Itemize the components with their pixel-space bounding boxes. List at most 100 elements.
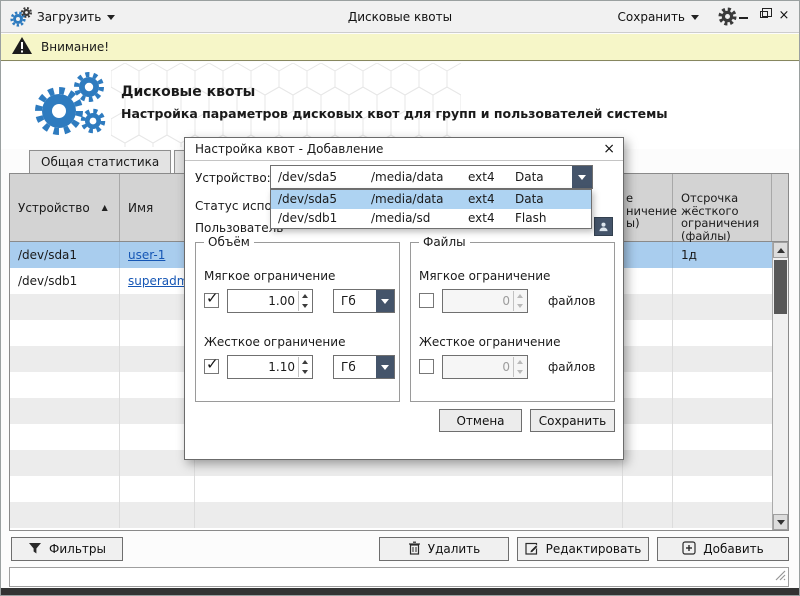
spinner-arrows[interactable] bbox=[298, 291, 311, 311]
volume-hard-unit-dropdown[interactable]: Гб bbox=[333, 355, 395, 379]
combo-device: /dev/sda5 bbox=[278, 166, 337, 188]
files-soft-suffix: файлов bbox=[548, 289, 596, 313]
column-header-grace-period[interactable]: Отсрочка жёсткого ограничения (файлы) bbox=[673, 174, 772, 241]
tab-general-statistics[interactable]: Общая статистика bbox=[29, 150, 171, 173]
dropdown-option-sda5[interactable]: /dev/sda5 /media/data ext4 Data bbox=[271, 190, 591, 209]
add-button[interactable]: Добавить bbox=[657, 537, 789, 561]
minimize-button[interactable] bbox=[737, 6, 751, 24]
settings-gear-icon[interactable] bbox=[718, 7, 737, 29]
dialog-title: Настройка квот - Добавление bbox=[195, 142, 383, 156]
volume-soft-limit-spinbox[interactable]: 1.00 bbox=[227, 289, 313, 313]
volume-soft-limit-checkbox[interactable]: ✓ bbox=[204, 293, 219, 308]
dialog-titlebar[interactable]: Настройка квот - Добавление × bbox=[185, 138, 623, 161]
vertical-scrollbar[interactable] bbox=[772, 242, 788, 530]
arrow-up-icon bbox=[517, 294, 523, 298]
chevron-down-icon bbox=[376, 356, 394, 378]
arrow-down-icon bbox=[517, 370, 523, 374]
page-subtitle: Настройка параметров дисковых квот для г… bbox=[121, 106, 668, 121]
combo-mount: /media/data bbox=[371, 166, 444, 188]
spinner-arrows[interactable] bbox=[298, 357, 311, 377]
scroll-up-button[interactable] bbox=[773, 242, 788, 258]
combo-fs: ext4 bbox=[468, 166, 495, 188]
user-icon bbox=[598, 221, 609, 232]
arrow-up-icon bbox=[777, 248, 785, 253]
delete-button[interactable]: Удалить bbox=[379, 537, 509, 561]
save-menu-button[interactable]: Сохранить bbox=[618, 6, 700, 28]
gears-icon bbox=[27, 67, 111, 146]
warning-triangle-icon bbox=[11, 36, 33, 58]
warning-text: Внимание! bbox=[41, 40, 109, 54]
files-hard-limit-spinbox[interactable]: 0 bbox=[442, 355, 528, 379]
delete-button-label: Удалить bbox=[428, 542, 481, 556]
volume-hard-limit-checkbox[interactable]: ✓ bbox=[204, 359, 219, 374]
page-title: Дисковые квоты bbox=[121, 84, 255, 100]
arrow-down-icon bbox=[302, 370, 308, 374]
user-link[interactable]: user-1 bbox=[128, 248, 165, 262]
cancel-button[interactable]: Отмена bbox=[439, 409, 522, 432]
combobox-dropdown-button[interactable] bbox=[572, 166, 592, 188]
maximize-button[interactable] bbox=[757, 6, 771, 24]
maximize-icon bbox=[760, 11, 768, 18]
dropdown-option-sdb1[interactable]: /dev/sdb1 /media/sd ext4 Flash bbox=[271, 209, 591, 228]
column-header-name-label: Имя bbox=[128, 201, 153, 215]
spinner-arrows[interactable] bbox=[513, 291, 526, 311]
check-icon: ✓ bbox=[206, 289, 219, 307]
scroll-down-button[interactable] bbox=[773, 514, 788, 530]
app-gears-icon bbox=[9, 6, 33, 31]
volume-legend: Объём bbox=[204, 235, 254, 249]
cell-grace bbox=[673, 268, 772, 294]
device-dropdown-list: /dev/sda5 /media/data ext4 Data /dev/sdb… bbox=[270, 189, 592, 229]
minimize-icon bbox=[739, 17, 748, 19]
user-picker-button[interactable] bbox=[594, 217, 613, 236]
load-menu-button[interactable]: Загрузить bbox=[37, 6, 115, 28]
arrow-up-icon bbox=[302, 294, 308, 298]
volume-soft-limit-label: Мягкое ограничение bbox=[204, 269, 335, 283]
titlebar: Загрузить Дисковые квоты Сохранить × bbox=[1, 1, 799, 33]
volume-hard-limit-label: Жесткое ограничение bbox=[204, 335, 345, 349]
table-row-empty bbox=[10, 502, 772, 528]
files-soft-limit-spinbox[interactable]: 0 bbox=[442, 289, 528, 313]
files-groupbox: Файлы Мягкое ограничение 0 файлов Жестко… bbox=[410, 242, 615, 402]
save-button[interactable]: Сохранить bbox=[530, 409, 615, 432]
spinner-arrows[interactable] bbox=[513, 357, 526, 377]
header-fragment-line: е bbox=[626, 192, 672, 205]
load-menu-label: Загрузить bbox=[37, 10, 101, 24]
chevron-down-icon bbox=[691, 15, 699, 20]
chevron-down-icon bbox=[376, 290, 394, 312]
filters-button-label: Фильтры bbox=[49, 542, 106, 556]
save-menu-label: Сохранить bbox=[618, 10, 686, 24]
volume-hard-limit-spinbox[interactable]: 1.10 bbox=[227, 355, 313, 379]
warning-banner: Внимание! bbox=[1, 34, 799, 61]
column-header-filler bbox=[772, 174, 788, 241]
device-combobox[interactable]: /dev/sda5 /media/data ext4 Data bbox=[270, 165, 593, 189]
chevron-down-icon bbox=[578, 175, 586, 180]
column-header-hard-limit-files-partial[interactable]: е ничение ы) bbox=[623, 174, 673, 241]
app-window: Загрузить Дисковые квоты Сохранить × bbox=[0, 0, 800, 596]
column-header-device-label: Устройство bbox=[18, 201, 90, 215]
files-hard-limit-label: Жесткое ограничение bbox=[419, 335, 560, 349]
plus-icon bbox=[682, 541, 696, 558]
volume-soft-unit-dropdown[interactable]: Гб bbox=[333, 289, 395, 313]
usage-status-label: Статус испол bbox=[195, 199, 279, 213]
arrow-down-icon bbox=[302, 304, 308, 308]
cell-hard-limit-files bbox=[623, 242, 673, 268]
close-button[interactable]: × bbox=[777, 6, 791, 24]
scrollbar-thumb[interactable] bbox=[774, 260, 787, 314]
user-link[interactable]: superadm bbox=[128, 274, 188, 288]
edit-button-label: Редактировать bbox=[546, 542, 642, 556]
add-button-label: Добавить bbox=[703, 542, 763, 556]
volume-groupbox: Объём Мягкое ограничение ✓ 1.00 Гб Жестк… bbox=[195, 242, 400, 402]
files-soft-limit-checkbox[interactable] bbox=[419, 293, 434, 308]
dialog-close-button[interactable]: × bbox=[603, 142, 615, 156]
files-hard-limit-checkbox[interactable] bbox=[419, 359, 434, 374]
window-bottom-edge bbox=[1, 588, 799, 595]
hexagon-pattern-background bbox=[111, 63, 461, 147]
edit-button[interactable]: Редактировать bbox=[517, 537, 649, 561]
filters-button[interactable]: Фильтры bbox=[11, 537, 123, 561]
arrow-down-icon bbox=[777, 520, 785, 525]
arrow-up-icon bbox=[517, 360, 523, 364]
cell-device: /dev/sdb1 bbox=[10, 268, 120, 294]
column-header-device[interactable]: Устройство ▲ bbox=[10, 174, 120, 241]
resize-grip[interactable] bbox=[775, 570, 786, 584]
arrow-up-icon bbox=[302, 360, 308, 364]
